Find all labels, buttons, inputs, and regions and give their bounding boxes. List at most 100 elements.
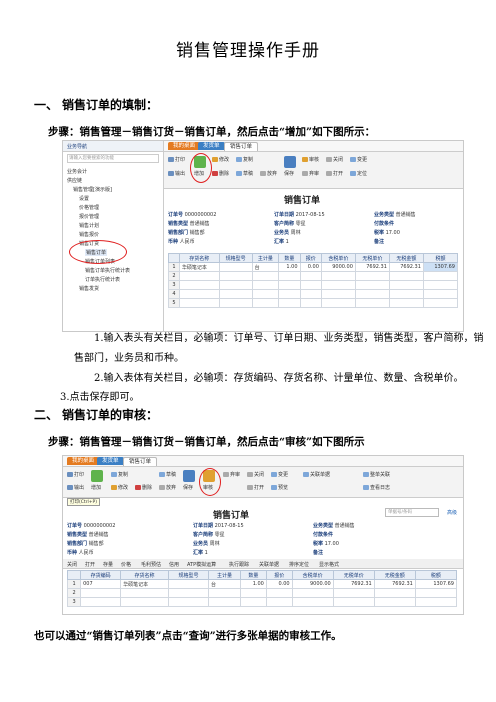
tab-bar: 我的桌面 发货单 销售订单 bbox=[164, 141, 463, 152]
delete-button[interactable]: 删除 bbox=[212, 170, 229, 177]
nav-header: 业务导航 bbox=[67, 144, 88, 150]
exec-track-button[interactable]: 执行跟踪 bbox=[229, 561, 249, 568]
col-header: 存货名称 bbox=[120, 570, 170, 580]
tree-item[interactable]: 设置 bbox=[79, 195, 89, 202]
delete-button[interactable]: 删除 bbox=[135, 484, 152, 491]
nav-search-input[interactable]: 请输入您要搜索的功能 bbox=[67, 154, 159, 163]
form-title-2: 销售订单 bbox=[213, 511, 250, 521]
whole-link-button[interactable]: 整单关联 bbox=[363, 471, 390, 478]
gross-margin-button[interactable]: 毛利预估 bbox=[141, 561, 161, 568]
table-row: 2 bbox=[66, 588, 458, 598]
credit-button[interactable]: 信用 bbox=[169, 561, 179, 568]
audit-button[interactable]: 审核 bbox=[302, 156, 319, 163]
screenshot-create-order: 业务导航 请输入您要搜索的功能 业务会计 供应链 销售管理[演示版] 设置 价格… bbox=[62, 140, 464, 332]
field-biz-type: 业务类型 普通销售 bbox=[374, 212, 416, 218]
col-header: 无税金额 bbox=[388, 253, 424, 263]
field-sales-type: 销售类型 普通销售 bbox=[67, 532, 109, 538]
field-remark: 备注 bbox=[374, 239, 385, 245]
tab-desktop[interactable]: 我的桌面 bbox=[168, 142, 201, 150]
tab-sales-order[interactable]: 销售订单 bbox=[123, 457, 158, 466]
print-tooltip: 打印(Ctrl+P) bbox=[67, 498, 101, 506]
print-button[interactable]: 打印 bbox=[168, 156, 185, 163]
item3-text: 3.点击保存即可。 bbox=[60, 392, 140, 403]
close-button[interactable]: 关闭 bbox=[247, 471, 264, 478]
field-currency: 币种 人民币 bbox=[168, 239, 195, 245]
step1-text: 步骤：销售管理－销售订货－销售订单，然后点击“增加”如下图所示： bbox=[48, 126, 376, 138]
draft-button[interactable]: 草稿 bbox=[236, 170, 253, 177]
preview-button[interactable]: 预览 bbox=[271, 484, 288, 491]
line-related-button[interactable]: 关联单据 bbox=[259, 561, 279, 568]
discard-button[interactable]: 放弃 bbox=[159, 484, 176, 491]
table-row: 2 bbox=[168, 271, 459, 281]
table-row: 1 007 华硕笔记本台 1.00 0.00 9000.00 7692.31 7692.31 1… bbox=[66, 579, 458, 589]
stock-button[interactable]: 存量 bbox=[103, 561, 113, 568]
tab-bar-2: 我的桌面 发货单 销售订单 bbox=[63, 456, 463, 467]
tree-item[interactable]: 销售发货 bbox=[79, 285, 99, 292]
print-button[interactable]: 打印 bbox=[67, 471, 84, 478]
display-format-button[interactable]: 显示格式 bbox=[319, 561, 339, 568]
nav-tree: 业务导航 请输入您要搜索的功能 业务会计 供应链 销售管理[演示版] 设置 价格… bbox=[63, 141, 164, 331]
table-row: 3 bbox=[168, 280, 459, 290]
table-row: 4 bbox=[168, 289, 459, 299]
tree-item[interactable]: 价格管理 bbox=[79, 204, 99, 211]
section1-number: 一、 bbox=[34, 98, 59, 112]
tree-item[interactable]: 报价管理 bbox=[79, 213, 99, 220]
section2-number: 二、 bbox=[34, 408, 59, 422]
line-close-button[interactable]: 关闭 bbox=[67, 561, 77, 568]
export-button[interactable]: 输出 bbox=[168, 170, 185, 177]
sort-locate-button[interactable]: 排序定位 bbox=[289, 561, 309, 568]
tree-item[interactable]: 供应链 bbox=[67, 177, 82, 184]
tab-desktop[interactable]: 我的桌面 bbox=[67, 457, 100, 465]
save-button[interactable]: 保存 bbox=[183, 484, 193, 491]
related-docs-button[interactable]: 关联单据 bbox=[303, 471, 330, 478]
unaudit-button[interactable]: 弃审 bbox=[302, 170, 319, 177]
doc-search-input[interactable]: 单据号/条码 bbox=[385, 508, 439, 517]
advanced-link[interactable]: 高级 bbox=[447, 509, 457, 516]
tab-delivery[interactable]: 发货单 bbox=[198, 142, 225, 150]
table-row: 3 bbox=[66, 597, 458, 607]
change-button[interactable]: 变更 bbox=[271, 471, 288, 478]
table-row: 5 bbox=[168, 298, 459, 308]
add-icon bbox=[91, 470, 103, 482]
add-button[interactable]: 增加 bbox=[91, 484, 101, 491]
ribbon: 打印 输出 增加 修改 删除 复制 草稿 放弃 保存 审核 弃审 关闭 打开 变… bbox=[164, 152, 463, 189]
save-icon bbox=[284, 156, 296, 168]
open-button[interactable]: 打开 bbox=[247, 484, 264, 491]
add-highlight-circle bbox=[190, 153, 212, 183]
field-exchange: 汇率 1 bbox=[193, 550, 208, 556]
copy-button[interactable]: 复制 bbox=[111, 471, 128, 478]
edit-button[interactable]: 修改 bbox=[212, 156, 229, 163]
locate-button[interactable]: 定位 bbox=[350, 170, 367, 177]
edit-button[interactable]: 修改 bbox=[111, 484, 128, 491]
tree-item[interactable]: 销售报价 bbox=[79, 231, 99, 238]
open-button[interactable]: 打开 bbox=[326, 170, 343, 177]
col-header: 主计量 bbox=[251, 253, 280, 263]
price-button[interactable]: 价格 bbox=[121, 561, 131, 568]
tab-delivery[interactable]: 发货单 bbox=[97, 457, 124, 465]
view-log-button[interactable]: 查看日志 bbox=[363, 484, 390, 491]
discard-button[interactable]: 放弃 bbox=[260, 170, 277, 177]
col-header: 报价 bbox=[299, 253, 322, 263]
tree-item[interactable]: 销售计划 bbox=[79, 222, 99, 229]
col-header: 规格型号 bbox=[218, 253, 253, 263]
export-button[interactable]: 输出 bbox=[67, 484, 84, 491]
line-open-button[interactable]: 打开 bbox=[85, 561, 95, 568]
copy-button[interactable]: 复制 bbox=[236, 156, 253, 163]
col-header: 税额 bbox=[414, 570, 458, 580]
save-button[interactable]: 保存 bbox=[284, 170, 294, 177]
tab-sales-order[interactable]: 销售订单 bbox=[224, 142, 259, 151]
tree-item[interactable]: 订单执行统计表 bbox=[85, 276, 120, 283]
col-header: 无税金额 bbox=[373, 570, 416, 580]
field-order-date: 订单日期 2017-08-15 bbox=[274, 212, 325, 218]
close-button[interactable]: 关闭 bbox=[326, 156, 343, 163]
table-row: 1 华硕笔记本台 1.00 0.00 9000.00 7692.31 7692.31 1307… bbox=[168, 262, 459, 272]
tree-item[interactable]: 销售管理[演示版] bbox=[73, 186, 112, 193]
atp-button[interactable]: ATP模拟运算 bbox=[187, 561, 216, 568]
field-tax-rate: 税率 17.00 bbox=[313, 541, 339, 547]
draft-button[interactable]: 草稿 bbox=[159, 471, 176, 478]
change-button[interactable]: 变更 bbox=[350, 156, 367, 163]
unaudit-button[interactable]: 弃审 bbox=[223, 471, 240, 478]
tree-item[interactable]: 业务会计 bbox=[67, 168, 87, 175]
tree-item[interactable]: 销售订单执行统计表 bbox=[85, 267, 130, 274]
field-order-date: 订单日期 2017-08-15 bbox=[193, 523, 244, 529]
